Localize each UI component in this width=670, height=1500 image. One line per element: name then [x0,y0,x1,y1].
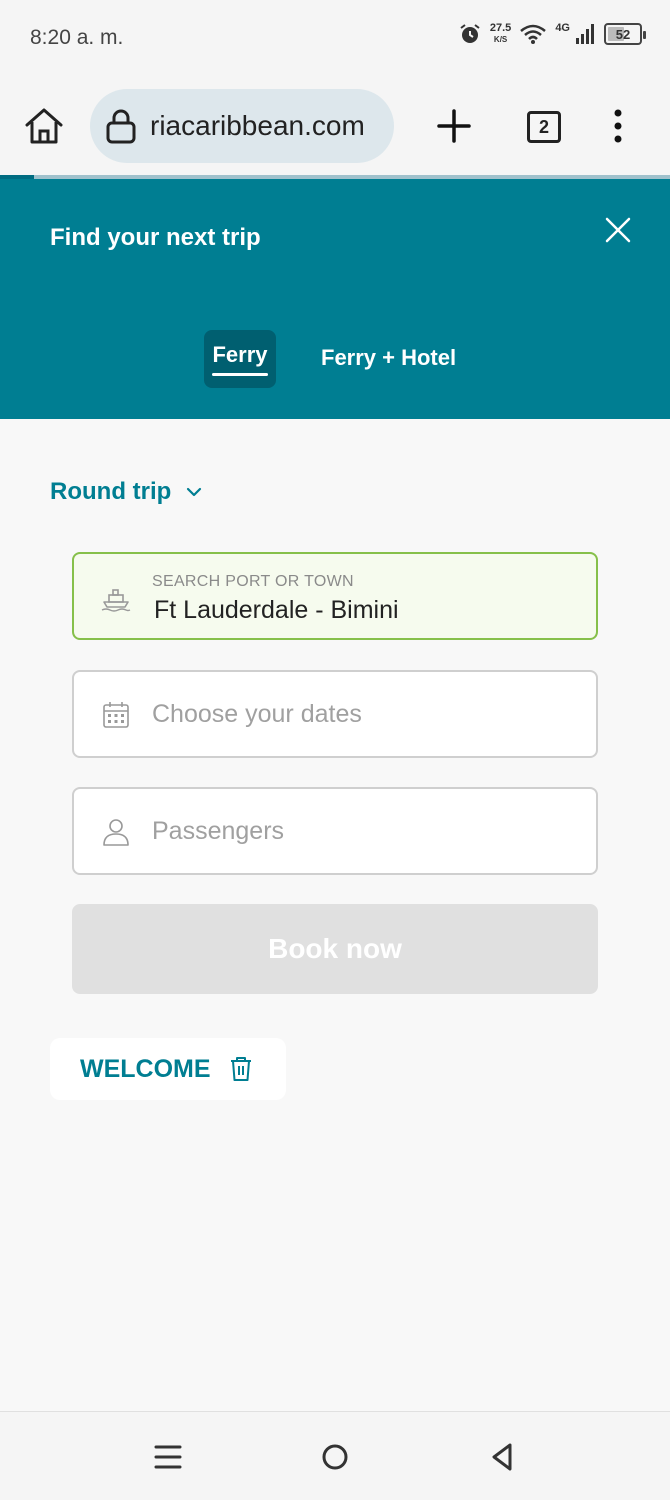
ship-icon [101,589,131,612]
port-field-value[interactable]: Ft Lauderdale - Bimini [154,596,399,625]
url-text[interactable]: riacaribbean.com [150,110,365,142]
recent-apps-icon[interactable] [151,1440,185,1474]
network-speed: 27.5 K/S [489,22,512,45]
signal-icon [576,24,594,44]
trip-search-header: Find your next trip Ferry Ferry + Hotel [0,179,670,419]
plus-icon[interactable] [434,106,474,146]
trip-type-dropdown[interactable]: Round trip [50,478,203,506]
promo-code-text: WELCOME [80,1054,211,1083]
signal-type: 4G [555,22,570,34]
battery-icon: 52 [604,23,646,45]
page-title: Find your next trip [50,224,261,251]
port-field-label: SEARCH PORT OR TOWN [152,573,354,590]
home-circle-icon[interactable] [318,1440,352,1474]
promo-code-chip: WELCOME [50,1038,286,1100]
wifi-icon [520,24,547,44]
dates-placeholder[interactable]: Choose your dates [152,700,362,729]
browser-toolbar: riacaribbean.com 2 [0,76,670,176]
book-now-button[interactable]: Book now [72,904,598,994]
passengers-field[interactable]: Passengers [72,787,598,875]
menu-dots-icon[interactable] [604,108,632,144]
back-icon[interactable] [486,1440,520,1474]
port-search-field[interactable]: SEARCH PORT OR TOWN Ft Lauderdale - Bimi… [72,552,598,640]
tab-switcher-button[interactable]: 2 [527,111,561,143]
system-nav-bar [0,1411,670,1500]
tab-ferry-hotel[interactable]: Ferry + Hotel [321,345,456,371]
user-icon [103,819,129,846]
close-icon[interactable] [603,215,633,245]
address-bar[interactable]: riacaribbean.com [90,89,394,163]
alarm-icon [460,24,480,43]
dates-field[interactable]: Choose your dates [72,670,598,758]
status-time: 8:20 a. m. [30,26,124,49]
status-icons: 27.5 K/S 4G 52 [458,22,646,46]
chevron-down-icon [187,487,202,497]
status-bar: 8:20 a. m. 27.5 K/S 4G 52 [0,0,670,76]
active-tab-indicator [212,373,268,376]
tab-ferry[interactable]: Ferry [204,330,276,388]
passengers-placeholder[interactable]: Passengers [152,817,284,846]
calendar-icon [103,702,129,728]
lock-icon[interactable] [104,107,138,145]
trash-icon[interactable] [229,1055,253,1083]
home-icon[interactable] [22,104,66,148]
